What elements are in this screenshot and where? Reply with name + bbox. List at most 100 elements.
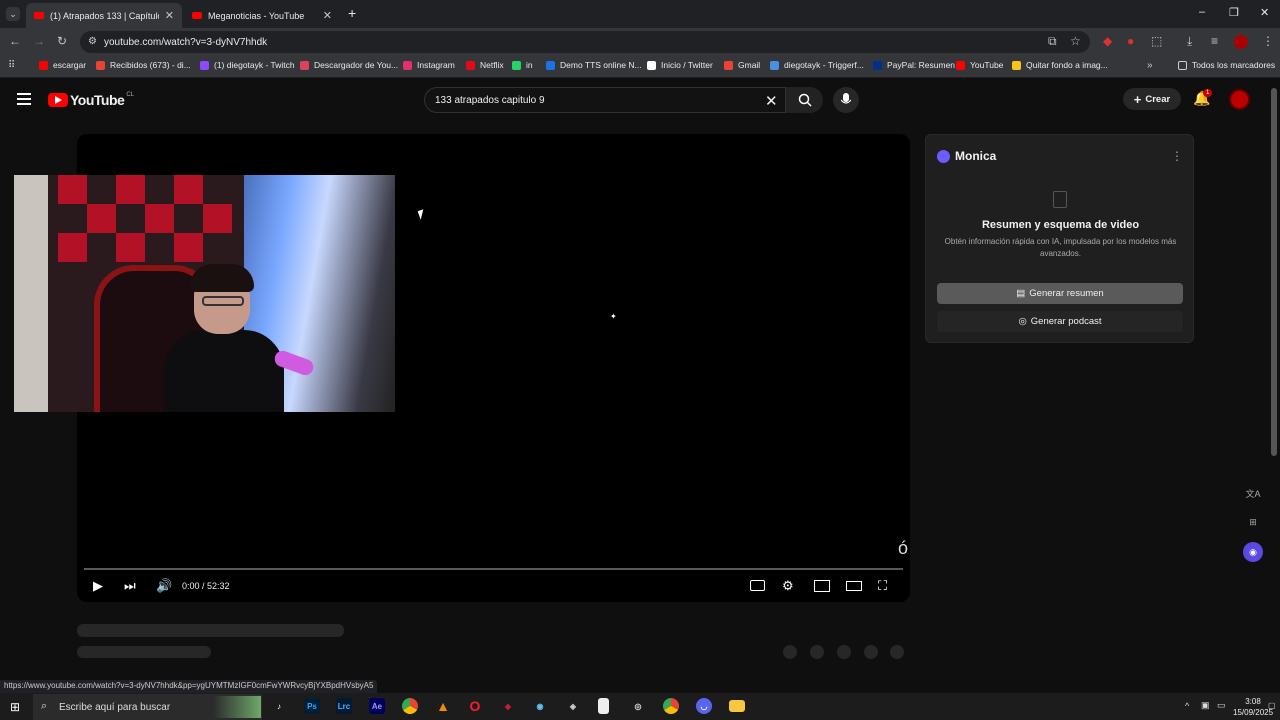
address-bar[interactable]: ⚙ youtube.com/watch?v=3-dyNV7hhdk (80, 31, 1090, 53)
app-icon[interactable]: ◈ (565, 698, 581, 714)
bookmark-item[interactable]: Inicio / Twitter (647, 60, 713, 70)
search-icon (798, 93, 812, 107)
network-icon[interactable]: ▭ (1217, 700, 1226, 711)
forward-icon[interactable]: → (33, 34, 45, 48)
obs-icon[interactable]: ◎ (630, 698, 646, 714)
bookmark-item[interactable]: in (512, 60, 533, 70)
bookmark-item[interactable]: diegotayk - Triggerf... (770, 60, 864, 70)
windows-start-icon[interactable]: ⊞ (10, 700, 20, 714)
bookmark-item[interactable]: Demo TTS online N... (546, 60, 642, 70)
monica-sidebar-icon[interactable]: ◉ (1243, 542, 1263, 562)
file-icon[interactable] (598, 698, 609, 714)
search-box[interactable]: 133 atrapados capitulo 9 ✕ (424, 87, 823, 113)
next-video-icon[interactable]: ⏭ (124, 578, 136, 594)
tray-chevron-icon[interactable]: ^ (1185, 701, 1189, 711)
downloads-icon[interactable]: ⤓ (1187, 34, 1192, 49)
youtube-logo[interactable]: YouTube CL (48, 92, 134, 108)
photoshop-icon[interactable]: Ps (304, 698, 320, 714)
theater-mode-icon[interactable] (846, 581, 862, 591)
bookmark-star-icon[interactable]: ☆ (1070, 34, 1081, 48)
create-button[interactable]: + Crear (1123, 88, 1181, 110)
bookmark-item[interactable]: YouTube (956, 60, 1003, 70)
taskbar-search[interactable]: ⌕ Escribe aquí para buscar (33, 694, 262, 720)
discord-icon[interactable]: ◡ (696, 698, 712, 714)
subtitles-icon[interactable] (750, 580, 765, 591)
apps-grid-icon[interactable]: ⠿ (8, 60, 15, 71)
action-skeleton (864, 645, 878, 659)
reload-icon[interactable]: ↻ (57, 34, 67, 48)
extension-red-icon[interactable]: ◆ (1103, 34, 1112, 48)
lightroom-icon[interactable]: Lrc (336, 698, 352, 714)
profile-avatar-icon[interactable] (1234, 35, 1248, 49)
bookmark-item[interactable]: Quitar fondo a imag... (1012, 60, 1108, 70)
bookmark-item[interactable]: Gmail (724, 60, 760, 70)
bookmark-item[interactable]: Recibidos (673) - di... (96, 60, 191, 70)
video-progress-bar[interactable] (84, 568, 903, 570)
opera-icon[interactable]: O (467, 698, 483, 714)
tab-meganoticias[interactable]: Meganoticias - YouTube ✕ (184, 3, 340, 28)
bookmark-item[interactable]: escargar (39, 60, 86, 70)
bookmark-item[interactable]: Instagram (403, 60, 455, 70)
settings-gear-icon[interactable]: ⚙ (782, 578, 794, 594)
monica-menu-icon[interactable]: ⋮ (1171, 149, 1183, 163)
close-window-icon[interactable]: ✕ (1260, 6, 1269, 19)
generate-summary-button[interactable]: ▤ Generar resumen (937, 283, 1183, 304)
bookmark-item[interactable]: Descargador de You... (300, 60, 398, 70)
more-bookmarks-icon[interactable]: » (1147, 60, 1153, 71)
install-app-icon[interactable]: ⧉ (1048, 34, 1057, 49)
voice-search-button[interactable] (833, 87, 859, 113)
action-skeleton (810, 645, 824, 659)
bookmark-favicon-icon (512, 60, 521, 70)
menu-hamburger-icon[interactable] (17, 93, 31, 105)
menu-kebab-icon[interactable]: ⋮ (1262, 34, 1274, 48)
bookmark-item[interactable]: PayPal: Resumen (873, 60, 955, 70)
tab-atrapados[interactable]: (1) Atrapados 133 | Capítulo ✕ (26, 3, 182, 28)
account-avatar[interactable] (1229, 89, 1250, 110)
site-info-icon[interactable]: ⚙ (88, 36, 97, 47)
vlc-icon[interactable]: ▲ (435, 698, 451, 714)
bookmark-label: in (526, 60, 533, 70)
restore-icon[interactable]: ❐ (1229, 6, 1239, 19)
play-icon[interactable]: ▶ (93, 578, 103, 594)
volume-icon[interactable]: 🔊 (156, 578, 172, 594)
notification-center-icon[interactable]: ▢ (1268, 701, 1276, 710)
search-button[interactable] (785, 87, 823, 113)
extension-record-icon[interactable]: ● (1127, 34, 1134, 48)
search-highlight-image (213, 696, 261, 718)
after-effects-icon[interactable]: Ae (369, 698, 385, 714)
bookmark-favicon-icon (724, 60, 733, 70)
chrome-icon[interactable] (402, 698, 418, 714)
tiktok-icon[interactable]: ♪ (271, 698, 287, 714)
close-tab-icon[interactable]: ✕ (323, 9, 332, 22)
search-input[interactable]: 133 atrapados capitulo 9 (435, 95, 545, 106)
generate-podcast-button[interactable]: ◎ Generar podcast (937, 311, 1183, 332)
steam-icon[interactable]: ◉ (532, 698, 548, 714)
chrome-active-icon[interactable] (663, 698, 679, 714)
minimize-icon[interactable]: – (1199, 6, 1205, 18)
browser-toolbar: ← → ↻ ⚙ youtube.com/watch?v=3-dyNV7hhdk … (0, 28, 1280, 56)
page-scrollbar[interactable] (1271, 88, 1277, 456)
url-text: youtube.com/watch?v=3-dyNV7hhdk (104, 36, 268, 48)
extensions-puzzle-icon[interactable]: ⬚ (1151, 34, 1162, 48)
close-tab-icon[interactable]: ✕ (165, 9, 174, 22)
translate-icon[interactable]: 文A (1243, 483, 1263, 503)
miniplayer-icon[interactable] (814, 580, 830, 592)
game-app-icon[interactable]: ◆ (500, 698, 516, 714)
monica-panel: Monica ⋮ Resumen y esquema de video Obté… (925, 134, 1194, 343)
fullscreen-icon[interactable]: ⛶ (878, 578, 887, 594)
bookmark-label: Recibidos (673) - di... (110, 60, 191, 70)
tools-grid-icon[interactable]: ⊞ (1243, 512, 1263, 532)
reading-list-icon[interactable]: ≡ (1211, 34, 1218, 48)
bookmark-item[interactable]: (1) diegotayk - Twitch (200, 60, 295, 70)
back-icon[interactable]: ← (9, 34, 21, 48)
youtube-header: YouTube CL 133 atrapados capitulo 9 ✕ + … (0, 80, 1270, 120)
clear-search-icon[interactable]: ✕ (765, 92, 778, 110)
bookmark-item[interactable]: Netflix (466, 60, 504, 70)
new-tab-button[interactable]: + (348, 5, 356, 21)
tray-app-icon[interactable]: ▣ (1201, 700, 1210, 711)
all-bookmarks-folder[interactable]: Todos los marcadores (1178, 60, 1275, 70)
bookmark-favicon-icon (1012, 60, 1021, 70)
tab-search-icon[interactable]: ⌄ (6, 7, 20, 21)
bookmark-label: diegotayk - Triggerf... (784, 60, 864, 70)
file-explorer-icon[interactable] (729, 700, 745, 712)
